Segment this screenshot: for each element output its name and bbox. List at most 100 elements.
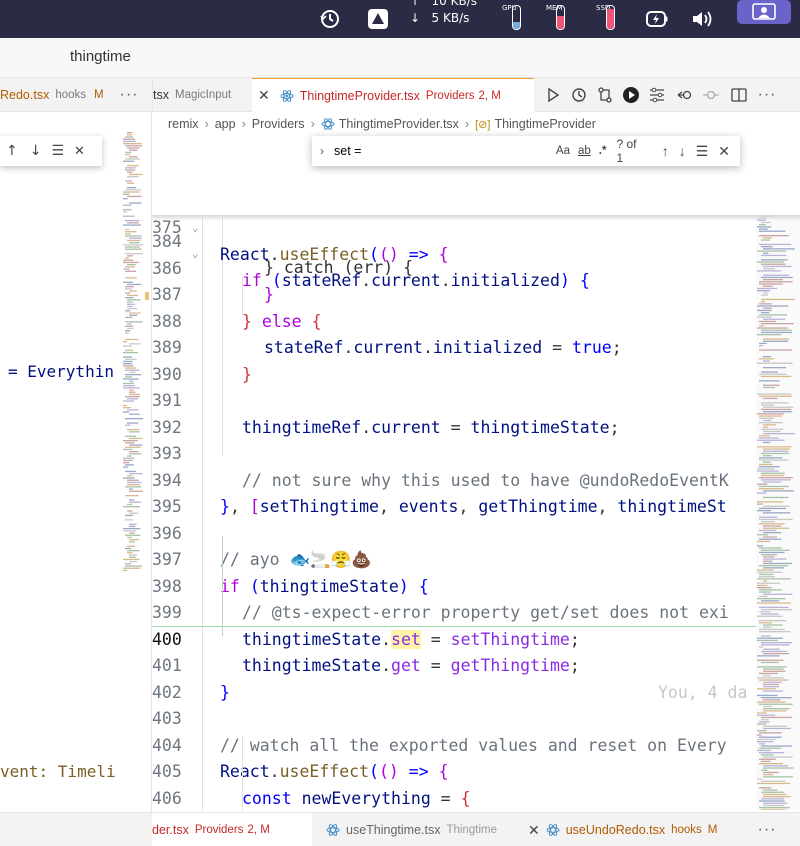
network-monitor[interactable]: ↑ 10 KB/s ↓ 5 KB/s [404,0,490,38]
minimap-line [757,584,768,587]
breadcrumb-item[interactable]: remix [168,117,199,131]
sticky-scroll-line[interactable]: 375 ⌄ if (stateRef.current.initialized) … [152,188,800,290]
code-line: 404 React.useEffect(() => { [152,706,800,782]
minimap-line [763,525,782,527]
time-machine-icon[interactable] [316,0,344,38]
minimap-line [759,807,790,809]
find-in-selection-icon[interactable]: ☰ [51,143,64,159]
find-previous-icon[interactable]: ↑ [662,143,669,159]
split-editor-icon[interactable] [730,86,748,104]
minimap-line [759,591,772,593]
fold-chevron-icon[interactable]: ⌄ [192,241,199,268]
play-circle-icon[interactable] [622,86,640,104]
sliders-icon[interactable] [648,86,666,104]
minimap[interactable] [756,136,800,810]
match-case-toggle[interactable]: Aa [556,145,570,157]
go-forward-icon[interactable] [702,86,720,104]
ssd-meter[interactable]: SSD [596,4,618,34]
minimap-line [125,470,137,473]
minimap-line [759,736,782,738]
bottom-editor-more-actions-button[interactable]: ··· [752,813,782,846]
minimap-line [125,442,135,444]
minimap-line [123,138,135,140]
chevron-right-icon: › [310,117,315,131]
minimap-line [125,145,143,147]
minimap-line [759,459,789,461]
minimap-line [757,468,775,470]
breadcrumb-item[interactable]: ThingtimeProvider.tsx [339,117,459,131]
minimap-line [123,204,132,206]
editor-more-actions-button[interactable]: ··· [752,78,782,112]
minimap-line [123,160,135,162]
timeline-history-icon[interactable] [570,86,588,104]
find-input[interactable] [330,140,556,162]
match-whole-word-toggle[interactable]: ab [578,145,591,157]
gpu-meter[interactable]: GPU [502,4,524,34]
left-editor-group[interactable]: ↑ ↓ ☰ ✕ = Everythin vent: Timeli [0,112,152,812]
tab-magicinput[interactable]: tsx MagicInput [152,78,252,112]
minimap-line [125,358,137,360]
minimap-line [127,422,139,424]
left-minimap[interactable] [122,132,144,572]
tab-useundoredo-bottom[interactable]: ✕ useUndoRedo.tsx hooks M [522,813,752,846]
find-next-icon[interactable]: ↓ [30,143,42,159]
git-compare-icon[interactable] [596,86,614,104]
close-tab-icon[interactable]: ✕ [528,822,540,839]
tab-thingtimeprovider-bottom[interactable]: der.tsx Providers 2, M [152,813,312,846]
find-next-icon[interactable]: ↓ [679,143,686,159]
find-in-selection-icon[interactable]: ☰ [696,143,709,160]
go-back-icon[interactable] [676,86,694,104]
app-triangle-icon[interactable] [364,0,392,38]
tab-badge: 2, M [478,89,501,102]
toggle-replace-chevron-icon[interactable]: › [320,144,324,158]
minimap-line [129,173,143,176]
close-find-icon[interactable]: ✕ [718,143,730,160]
minimap-line [127,327,134,330]
main-editor[interactable]: 384 } catch (err) { 386 } 387 } else { 3… [152,136,800,810]
minimap-line [127,176,139,178]
volume-icon[interactable] [688,0,718,38]
use-regex-toggle[interactable]: .* [599,145,607,157]
minimap-line [123,224,142,226]
minimap-line [759,565,789,567]
breadcrumb-item[interactable]: ThingtimeProvider [494,117,595,131]
close-find-icon[interactable]: ✕ [74,144,85,159]
tab-usethingtime[interactable]: useThingtime.tsx Thingtime [312,813,522,846]
minimap-line [759,620,787,622]
minimap-line [757,534,769,536]
minimap-line [761,472,785,474]
minimap-line [129,539,140,541]
minimap-line [125,297,134,299]
breadcrumb-item[interactable]: app [215,117,236,131]
minimap-line [757,639,778,642]
run-icon[interactable] [544,86,562,104]
minimap-line [123,281,134,283]
minimap-line [129,314,138,316]
minimap-line [761,254,787,257]
tab-useundoredo[interactable]: Redo.tsx hooks M [0,78,112,112]
tab-thingtimeprovider[interactable]: ✕ ThingtimeProvider.tsx Providers 2, M [252,78,534,112]
close-tab-icon[interactable]: ✕ [258,87,270,104]
minimap-line [761,259,788,261]
find-previous-icon[interactable]: ↑ [6,143,18,159]
minimap-line [759,679,789,681]
minimap-line [123,215,135,217]
battery-charging-icon[interactable] [642,0,672,38]
tab-folder: Providers [425,89,475,102]
minimap-line [125,253,143,255]
react-file-icon [546,823,560,837]
minimap-line [129,473,143,475]
minimap-line [759,380,780,382]
minimap-line [759,631,791,633]
breadcrumb-item[interactable]: Providers [252,117,305,131]
minimap-line [125,338,139,341]
minimap-line [757,290,770,292]
minimap-line [761,642,792,644]
minimap-line [125,270,137,272]
minimap-line [761,375,792,378]
memory-meter[interactable]: MEM [546,4,568,34]
minimap-line [761,760,771,763]
tab-filename: ThingtimeProvider.tsx [299,88,420,103]
control-center-button[interactable] [737,0,791,24]
tab-group-more-button[interactable]: ··· [114,78,144,112]
